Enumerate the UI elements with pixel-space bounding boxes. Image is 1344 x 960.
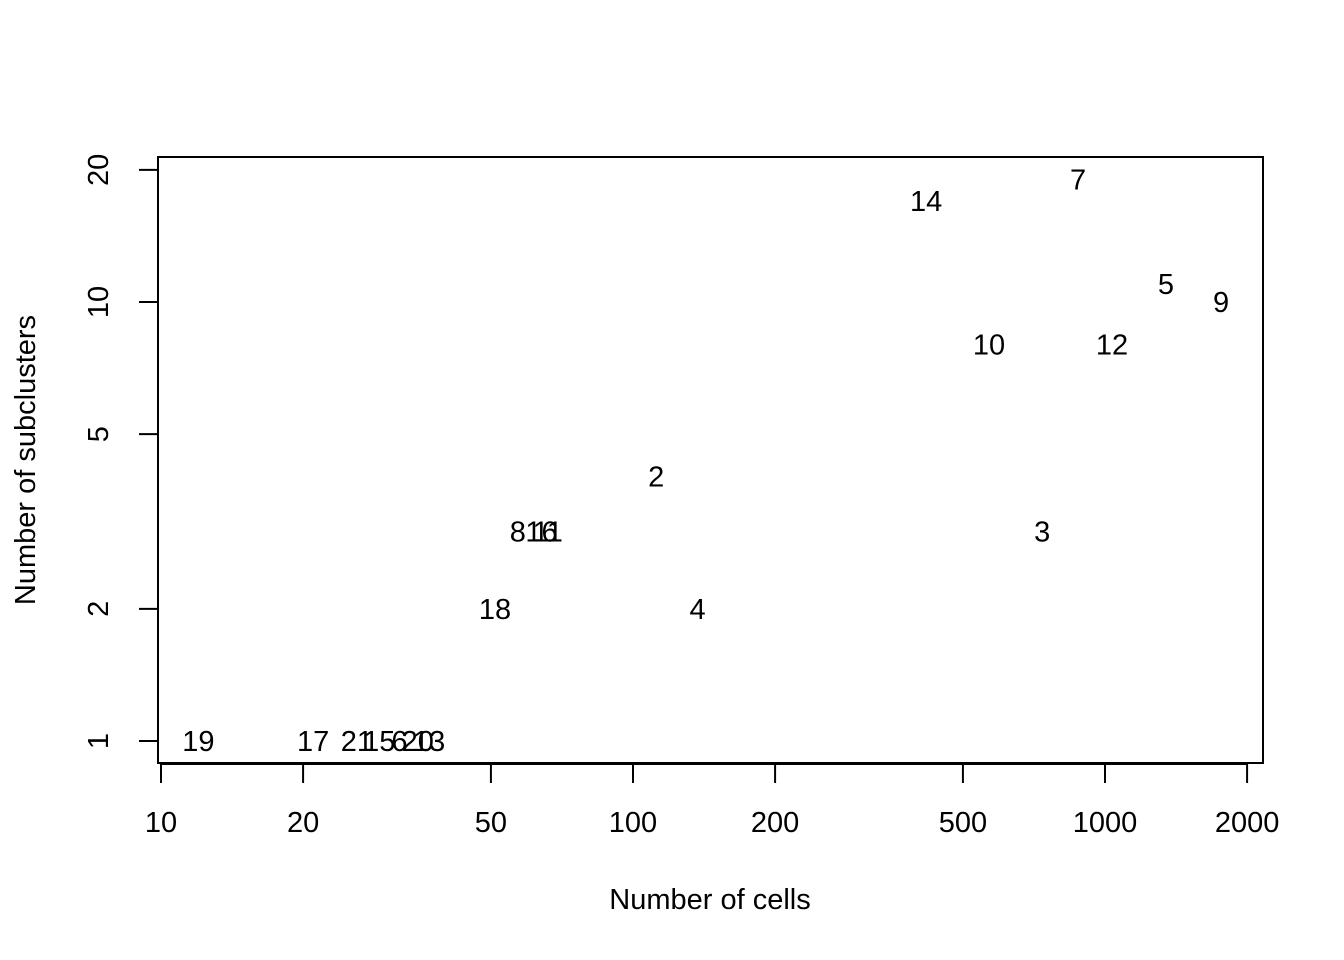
x-tick-label: 10	[145, 807, 177, 839]
x-tick-label: 50	[475, 807, 507, 839]
point-label: 14	[910, 186, 942, 218]
point-label: 8	[510, 517, 526, 549]
y-tick-label: 1	[83, 733, 115, 749]
point-label: 19	[182, 726, 214, 758]
x-tick-label: 20	[287, 807, 319, 839]
point-label: 2	[648, 462, 664, 494]
y-tick-label: 2	[83, 601, 115, 617]
point-labels: 19 17 211562013188 1611241410371259	[182, 165, 1229, 758]
x-tick-label: 500	[939, 807, 987, 839]
point-label: 4	[689, 594, 705, 626]
point-label: 17	[297, 726, 329, 758]
x-axis-title: Number of cells	[609, 884, 810, 916]
point-label: 10	[973, 330, 1005, 362]
x-tick-label: 1000	[1073, 807, 1138, 839]
y-axis-title: Number of subclusters	[10, 315, 42, 605]
scatter-chart: 10 20 50 100 200 500 1000 2000 1251020 19 17 2115…	[10, 154, 1280, 916]
x-axis: 10 20 50 100 200 500 1000 2000	[145, 763, 1280, 839]
y-tick-label: 20	[83, 154, 115, 186]
point-label: 7	[1070, 165, 1086, 197]
point-label: 12	[1096, 330, 1128, 362]
plot-frame	[157, 156, 1264, 764]
y-tick-label: 5	[83, 426, 115, 442]
point-label: 9	[1213, 287, 1229, 319]
point-label: 3	[1034, 517, 1050, 549]
y-tick-label: 10	[83, 286, 115, 318]
x-tick-label: 200	[751, 807, 799, 839]
point-label: 11	[533, 517, 563, 549]
x-tick-label: 2000	[1215, 807, 1280, 839]
point-label: 5	[1158, 269, 1174, 301]
y-axis: 1 2 5 10 20	[83, 154, 159, 749]
point-label: 13	[413, 726, 445, 758]
point-label: 18	[479, 594, 511, 626]
x-tick-label: 100	[609, 807, 657, 839]
